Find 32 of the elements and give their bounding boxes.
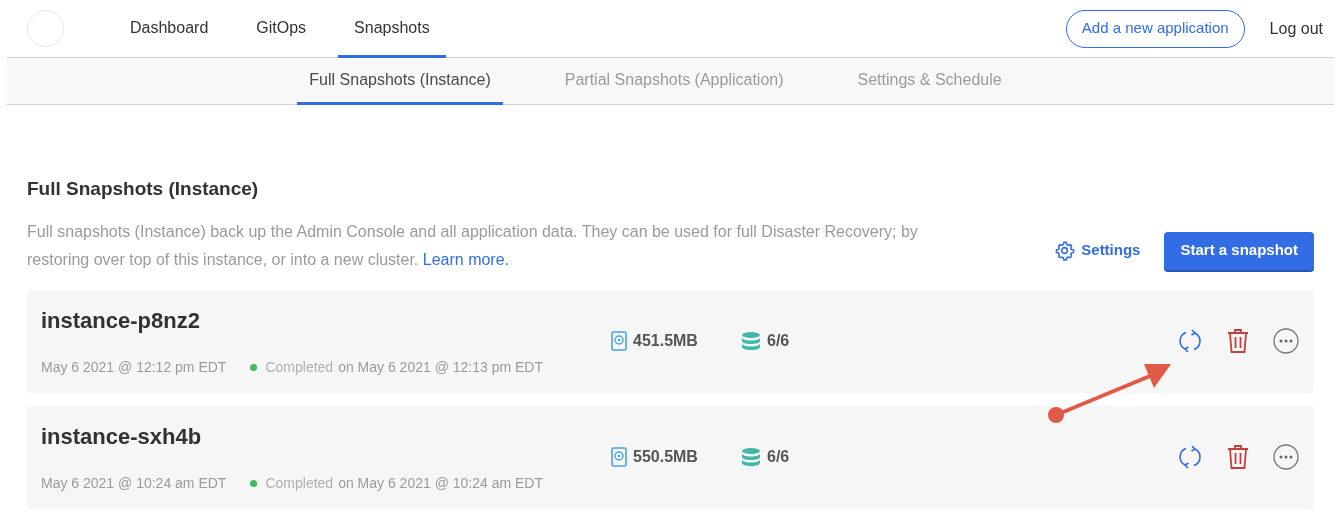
finish-time: on May 6 2021 @ 10:24 am EDT bbox=[338, 474, 543, 493]
database-icon bbox=[741, 331, 761, 351]
delete-icon[interactable] bbox=[1226, 444, 1250, 470]
snapshot-size: 451.5MB bbox=[633, 331, 698, 351]
logout-link[interactable]: Log out bbox=[1269, 16, 1323, 41]
snapshot-size: 550.5MB bbox=[633, 447, 698, 467]
volume-count: 6/6 bbox=[767, 447, 790, 467]
nav-tab[interactable]: GitOps bbox=[240, 0, 323, 58]
restore-icon[interactable] bbox=[1177, 328, 1203, 354]
sub-tab[interactable]: Partial Snapshots (Application) bbox=[552, 58, 796, 105]
sub-tab[interactable]: Settings & Schedule bbox=[845, 58, 1014, 105]
delete-icon[interactable] bbox=[1226, 328, 1250, 354]
section-description: Full snapshots (Instance) back up the Admin Console and all application data. They can be used for full Disaster Recovery; by restoring over top of this instance, or into a new cluster. Learn more. bbox=[27, 221, 919, 270]
snapshot-name: instance-p8nz2 bbox=[41, 307, 201, 335]
start-snapshot-button[interactable]: Start a snapshot bbox=[1164, 231, 1314, 270]
settings-icon bbox=[1054, 240, 1076, 261]
section-title: Full Snapshots (Instance) bbox=[27, 177, 260, 201]
learn-more-link[interactable]: Learn more. bbox=[422, 250, 510, 268]
more-options-icon[interactable] bbox=[1273, 444, 1299, 470]
database-icon bbox=[741, 447, 761, 467]
settings-link[interactable]: Settings bbox=[1054, 239, 1141, 262]
status-text: Completed bbox=[265, 358, 334, 377]
volume-count: 6/6 bbox=[767, 331, 790, 351]
finish-time: on May 6 2021 @ 12:13 pm EDT bbox=[338, 358, 543, 377]
restore-icon[interactable] bbox=[1177, 444, 1203, 470]
status-text: Completed bbox=[265, 474, 334, 493]
more-options-icon[interactable] bbox=[1273, 328, 1299, 354]
start-time: May 6 2021 @ 10:24 am EDT bbox=[41, 474, 227, 493]
start-time: May 6 2021 @ 12:12 pm EDT bbox=[41, 358, 227, 377]
nav-tab[interactable]: Dashboard bbox=[114, 0, 225, 58]
snapshot-name: instance-sxh4b bbox=[41, 423, 203, 451]
sub-tab[interactable]: Full Snapshots (Instance) bbox=[297, 58, 503, 105]
